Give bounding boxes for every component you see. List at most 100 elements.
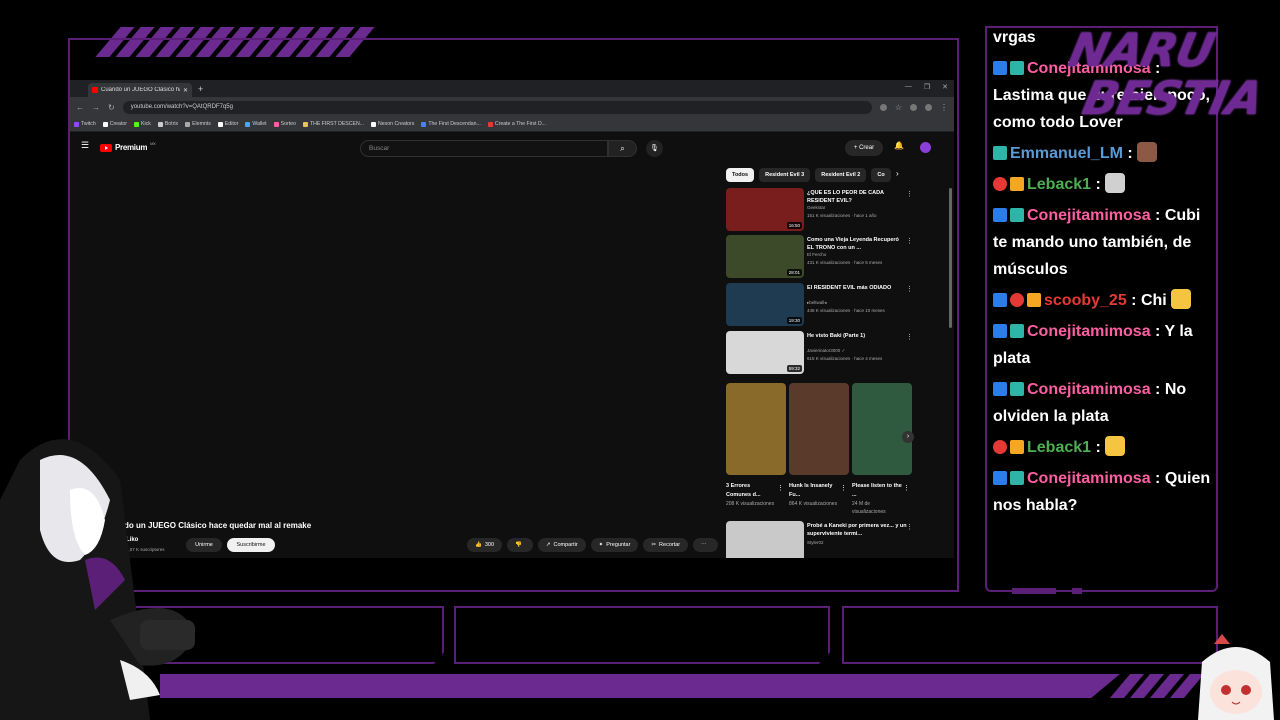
short-item[interactable]: Hunk Is Insanely Fu... 864 K visualizacio…: [789, 383, 849, 516]
rec-title[interactable]: El RESIDENT EVIL más ODIADO: [807, 285, 907, 293]
chat-username[interactable]: Emmanuel_LM: [1010, 145, 1123, 162]
tab-active[interactable]: Cuando un JUEGO Clásico hace ✕: [88, 83, 192, 97]
more-icon[interactable]: ⋮: [906, 237, 913, 245]
rec-channel[interactable]: Styler02: [807, 540, 824, 545]
short-title[interactable]: Hunk Is Insanely Fu...: [789, 482, 839, 500]
bookmark-item[interactable]: Nexon Creators: [371, 121, 414, 127]
bookmark-item[interactable]: Elemnts: [185, 121, 211, 127]
search-input[interactable]: Buscar: [360, 140, 608, 157]
bookmark-label: THE FIRST DESCEN...: [309, 121, 365, 127]
more-icon[interactable]: ⋮: [906, 523, 913, 531]
rec-channel[interactable]: ▸beltwall◂: [807, 300, 827, 306]
more-icon[interactable]: ⋮: [906, 285, 913, 293]
short-item[interactable]: Please listen to the ... 24 M de visualiz…: [852, 383, 912, 516]
new-tab-button[interactable]: +: [198, 84, 203, 94]
action-button[interactable]: 👍 300: [467, 538, 503, 552]
rec-title[interactable]: ¿QUE ES LO PEOR DE CADA RESIDENT EVIL?: [807, 190, 907, 205]
chevron-right-icon[interactable]: ›: [896, 169, 899, 178]
shorts-next-icon[interactable]: ›: [902, 431, 914, 443]
chat-username[interactable]: scooby_25: [1044, 292, 1127, 309]
minimize-icon[interactable]: —: [905, 83, 912, 91]
close-tab-icon[interactable]: ✕: [183, 87, 188, 94]
duration-badge: 28:01: [786, 269, 802, 276]
rec-title[interactable]: Probé a Kaneki por primera vez... y un s…: [807, 523, 907, 538]
bookmark-item[interactable]: Twitch: [74, 121, 96, 127]
action-button[interactable]: 👎: [507, 538, 533, 552]
extension-icon[interactable]: [910, 103, 917, 111]
action-icon: ✦: [598, 542, 604, 548]
rec-title[interactable]: He visto Baki (Parte 1): [807, 333, 907, 341]
short-thumbnail[interactable]: [726, 383, 786, 475]
bookmark-item[interactable]: Botrix: [157, 121, 178, 127]
create-button[interactable]: + Crear: [845, 140, 883, 156]
notifications-bell-icon[interactable]: 🔔: [894, 141, 904, 150]
microphone-icon[interactable]: 🎙: [646, 140, 663, 157]
action-button[interactable]: ⋯: [693, 538, 718, 552]
chat-username[interactable]: Conejitamimosa: [1027, 470, 1151, 487]
chip[interactable]: Resident Evil 3: [759, 168, 811, 182]
more-icon[interactable]: ⋮: [777, 484, 784, 492]
recommendation-item[interactable]: 19:30 El RESIDENT EVIL más ODIADO ▸beltwal…: [726, 283, 916, 327]
bookmark-item[interactable]: The First Descendan...: [421, 121, 481, 127]
more-icon[interactable]: ⋮: [906, 333, 913, 341]
close-window-icon[interactable]: ✕: [942, 83, 948, 91]
rec-channel[interactable]: Geekstar: [807, 205, 825, 210]
menu-icon[interactable]: ☰: [81, 141, 90, 150]
maximize-icon[interactable]: ❐: [924, 83, 930, 91]
more-icon[interactable]: ⋮: [903, 484, 910, 492]
subscribe-button[interactable]: Suscribirme: [227, 538, 275, 552]
bookmark-item[interactable]: Sorteo: [273, 121, 296, 127]
bookmark-item[interactable]: Create a The First D...: [487, 121, 546, 127]
bookmark-item[interactable]: Kick: [134, 121, 151, 127]
more-icon[interactable]: ⋮: [840, 484, 847, 492]
search-icon[interactable]: ⌕: [608, 140, 637, 157]
bookmark-label: Nexon Creators: [378, 121, 415, 127]
browser-menu-icon[interactable]: ⋮: [940, 103, 948, 112]
bookmark-item[interactable]: THE FIRST DESCEN...: [302, 121, 365, 127]
video-thumbnail[interactable]: 28:01: [726, 235, 804, 278]
video-thumbnail[interactable]: 59:32: [726, 331, 804, 374]
action-button[interactable]: ✂ Recortar: [643, 538, 689, 552]
short-item[interactable]: 3 Errores Comunes d... 208 K visualizacio…: [726, 383, 786, 516]
bookmark-item[interactable]: Wallet: [245, 121, 267, 127]
recommendation-item[interactable]: 59:32 He visto Baki (Parte 1) Javierinator…: [726, 331, 916, 375]
window-controls: — ❐ ✕: [905, 83, 948, 91]
video-thumbnail[interactable]: [726, 521, 804, 558]
back-icon[interactable]: ←: [76, 103, 84, 112]
youtube-logo[interactable]: Premium MX: [100, 141, 156, 152]
short-title[interactable]: Please listen to the ...: [852, 482, 902, 500]
cast-icon[interactable]: [879, 103, 887, 111]
bookmark-item[interactable]: Editor: [217, 121, 238, 127]
forward-icon[interactable]: →: [92, 103, 100, 112]
chat-username[interactable]: Leback1: [1027, 439, 1091, 456]
short-title[interactable]: 3 Errores Comunes d...: [726, 482, 776, 500]
chat-username[interactable]: Conejitamimosa: [1027, 381, 1151, 398]
recommendation-item[interactable]: Probé a Kaneki por primera vez... y un s…: [726, 521, 916, 558]
short-thumbnail[interactable]: [852, 383, 912, 475]
profile-icon[interactable]: [925, 103, 932, 111]
rec-channel[interactable]: Javierinator3000 ✓: [807, 348, 845, 354]
chat-username[interactable]: Leback1: [1027, 176, 1091, 193]
url-field[interactable]: youtube.com/watch?v=QAtQRDF7q5g: [122, 100, 872, 114]
recommendation-item[interactable]: 16:50 ¿QUE ES LO PEOR DE CADA RESIDENT EV…: [726, 188, 916, 232]
action-button[interactable]: ✦ Preguntar: [590, 538, 639, 552]
chip[interactable]: Resident Evil 2: [815, 168, 867, 182]
rec-channel[interactable]: El Fercho: [807, 252, 826, 257]
avatar[interactable]: [920, 142, 931, 153]
chip[interactable]: Todos: [726, 168, 755, 182]
short-thumbnail[interactable]: [789, 383, 849, 475]
action-button[interactable]: ↗ Compartir: [537, 538, 586, 552]
chat-username[interactable]: Conejitamimosa: [1027, 207, 1151, 224]
recommendation-item[interactable]: 28:01 Como una Vieja Leyenda Recuperó EL …: [726, 235, 916, 279]
reload-icon[interactable]: ↻: [108, 103, 115, 112]
video-thumbnail[interactable]: 19:30: [726, 283, 804, 326]
chip[interactable]: Co: [871, 168, 891, 182]
stream-overlay: Cuando un JUEGO Clásico hace ✕ + — ❐ ✕ ←…: [0, 0, 1280, 720]
bookmark-item[interactable]: Creator: [102, 121, 127, 127]
video-thumbnail[interactable]: 16:50: [726, 188, 804, 231]
rec-title[interactable]: Como una Vieja Leyenda Recuperó EL TRONO…: [807, 237, 907, 252]
more-icon[interactable]: ⋮: [906, 190, 913, 198]
chat-username[interactable]: Conejitamimosa: [1027, 323, 1151, 340]
page-scrollbar[interactable]: [949, 188, 952, 328]
bookmark-star-icon[interactable]: ☆: [895, 103, 902, 112]
